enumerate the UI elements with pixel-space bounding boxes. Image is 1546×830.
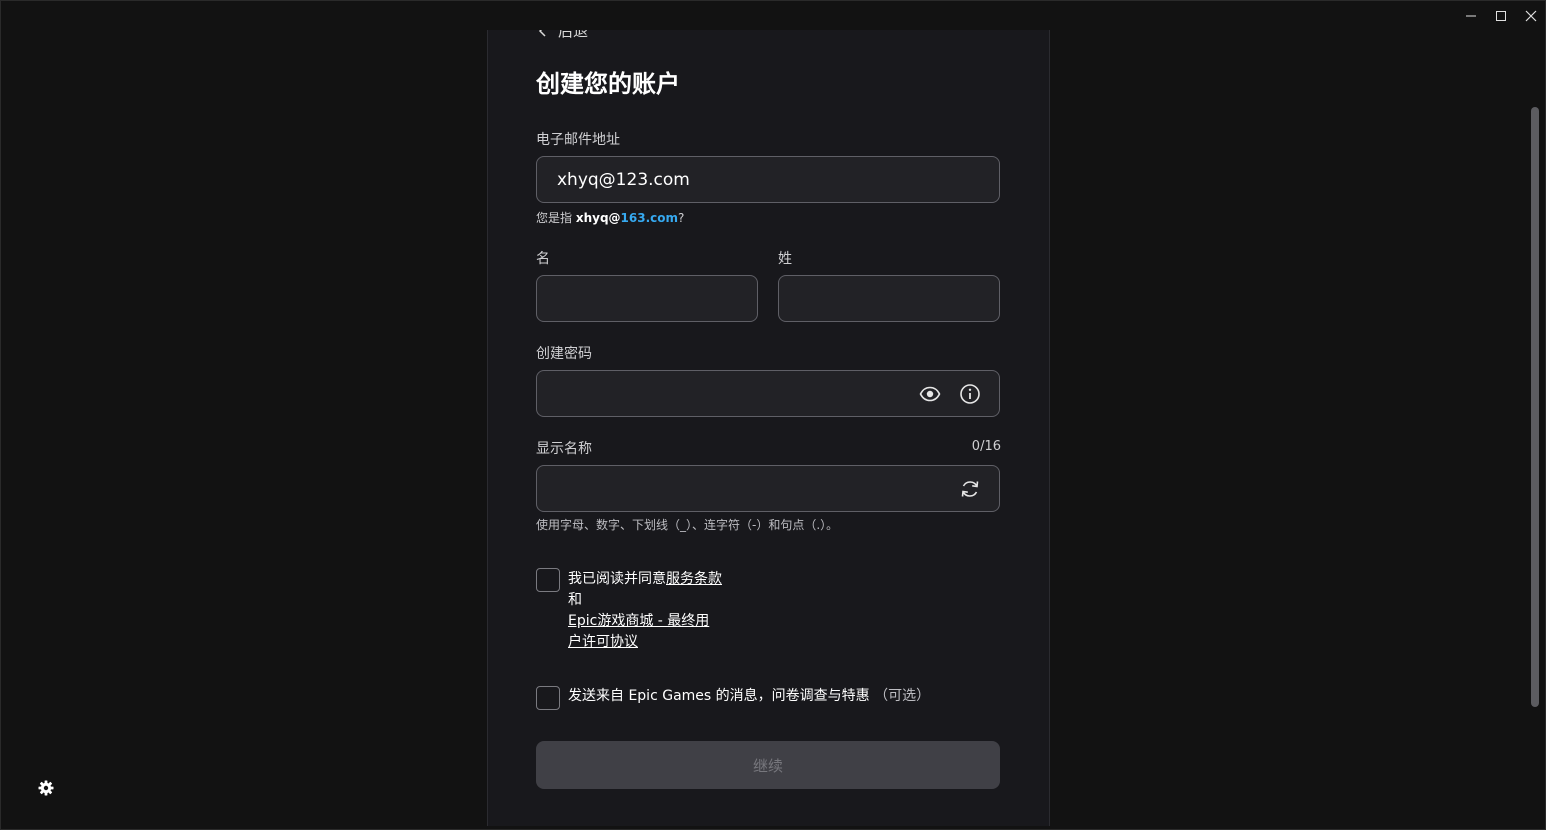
password-info-button[interactable] (958, 382, 982, 406)
first-name-label: 名 (536, 251, 550, 267)
terms-and: 和 (568, 592, 582, 608)
chevron-left-icon (538, 30, 546, 37)
terms-of-service-link[interactable]: 服务条款 (666, 571, 722, 587)
settings-button[interactable] (38, 780, 54, 800)
email-value: xhyq@123.com (557, 170, 690, 190)
maximize-icon (1496, 11, 1506, 21)
terms-checkbox[interactable] (536, 568, 560, 592)
close-button[interactable] (1516, 0, 1546, 32)
eula-link-line1[interactable]: Epic游戏商城 - 最终用 (568, 613, 709, 629)
display-name-field[interactable] (536, 465, 1000, 512)
info-icon (960, 384, 980, 404)
maximize-button[interactable] (1486, 0, 1516, 32)
continue-button[interactable]: 继续 (536, 741, 1000, 789)
window-controls (1456, 0, 1546, 32)
terms-text: 我已阅读并同意服务条款 和 Epic游戏商城 - 最终用 户许可协议 (568, 569, 722, 653)
last-name-label: 姓 (778, 251, 792, 267)
eye-icon (919, 386, 941, 402)
refresh-icon (961, 481, 979, 497)
display-name-counter: 0/16 (971, 439, 1001, 454)
suggestion-user: xhyq@ (575, 211, 621, 225)
display-name-hint: 使用字母、数字、下划线（_）、连字符（-）和句点（.）。 (536, 518, 839, 532)
marketing-text: 发送来自 Epic Games 的消息，问卷调查与特惠 （可选） (568, 686, 930, 707)
last-name-field[interactable] (778, 275, 1000, 322)
show-password-button[interactable] (918, 382, 942, 406)
terms-prefix: 我已阅读并同意 (568, 571, 666, 587)
display-name-label: 显示名称 (536, 441, 592, 457)
password-field[interactable] (536, 370, 1000, 417)
signup-panel: 后退 创建您的账户 电子邮件地址 xhyq@123.com 您是指 xhyq@1… (487, 30, 1050, 826)
email-field[interactable]: xhyq@123.com (536, 156, 1000, 203)
suggestion-domain-link[interactable]: 163.com (621, 211, 678, 225)
suggestion-prefix: 您是指 (536, 211, 573, 225)
marketing-checkbox[interactable] (536, 686, 560, 710)
page-title: 创建您的账户 (536, 70, 680, 98)
suggestion-suffix: ? (678, 211, 685, 225)
back-button[interactable]: 后退 (538, 30, 588, 41)
eula-link-line2[interactable]: 户许可协议 (568, 634, 638, 650)
marketing-label: 发送来自 Epic Games 的消息，问卷调查与特惠 (568, 688, 870, 704)
regenerate-name-button[interactable] (958, 477, 982, 501)
marketing-optional: （可选） (874, 688, 931, 704)
gear-icon (38, 780, 54, 796)
close-icon (1525, 10, 1537, 22)
password-label: 创建密码 (536, 346, 592, 362)
first-name-field[interactable] (536, 275, 758, 322)
scrollbar[interactable] (1531, 107, 1539, 707)
email-suggestion: 您是指 xhyq@163.com? (536, 209, 684, 226)
back-label: 后退 (558, 30, 589, 40)
minimize-icon (1466, 15, 1476, 17)
minimize-button[interactable] (1456, 0, 1486, 32)
email-label: 电子邮件地址 (536, 132, 620, 148)
